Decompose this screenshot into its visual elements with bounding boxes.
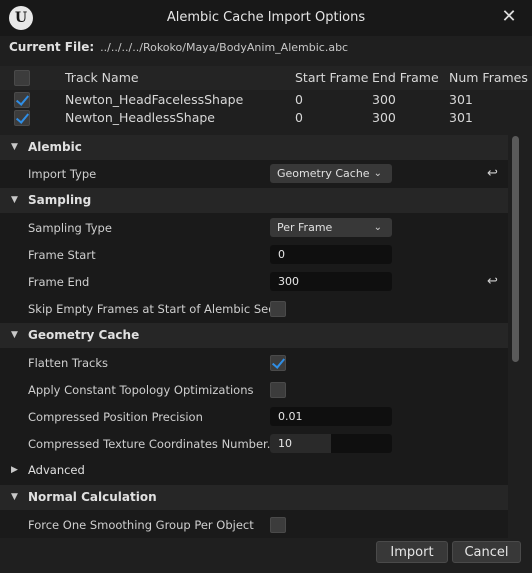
row-flatten-tracks: Flatten Tracks <box>0 350 508 376</box>
options-panel: ▼ Alembic Import Type Geometry Cache ⌄ ↩ … <box>0 135 508 538</box>
triangle-down-icon: ▼ <box>11 492 18 502</box>
triangle-down-icon: ▼ <box>11 142 18 152</box>
track-row[interactable]: Newton_HeadlessShape 0 300 301 <box>0 109 532 127</box>
topology-checkbox[interactable] <box>270 382 286 398</box>
track-row[interactable]: Newton_HeadFacelessShape 0 300 301 <box>0 91 532 109</box>
position-precision-input[interactable]: 0.01 <box>270 407 392 426</box>
row-frame-start: Frame Start 0 <box>0 242 508 268</box>
smoothing-group-checkbox[interactable] <box>270 517 286 533</box>
col-end-frame: End Frame <box>372 70 439 85</box>
triangle-down-icon: ▼ <box>11 330 18 340</box>
track-start: 0 <box>295 92 303 107</box>
track-end: 300 <box>372 110 396 125</box>
reset-arrow-icon[interactable]: ↩ <box>487 161 498 187</box>
import-type-dropdown[interactable]: Geometry Cache ⌄ <box>270 164 392 183</box>
track-name: Newton_HeadFacelessShape <box>65 92 244 107</box>
col-num-frames: Num Frames <box>449 70 528 85</box>
import-button[interactable]: Import <box>376 541 448 563</box>
track-num: 301 <box>449 110 473 125</box>
row-smoothing-group: Force One Smoothing Group Per Object <box>0 512 508 538</box>
chevron-down-icon: ⌄ <box>373 222 382 233</box>
track-name: Newton_HeadlessShape <box>65 110 215 125</box>
section-advanced[interactable]: ▶ Advanced <box>0 458 508 483</box>
section-normal-calculation[interactable]: ▼ Normal Calculation <box>0 485 508 510</box>
title-bar: U Alembic Cache Import Options ✕ <box>0 0 532 36</box>
track-end: 300 <box>372 92 396 107</box>
row-frame-end: Frame End 300 ↩ <box>0 269 508 295</box>
current-file: Current File: ../../../../Rokoko/Maya/Bod… <box>9 40 348 54</box>
track-table-header: Track Name Start Frame End Frame Num Fra… <box>0 66 532 90</box>
cancel-button[interactable]: Cancel <box>452 541 521 563</box>
options-scrollbar[interactable] <box>512 136 519 362</box>
current-file-label: Current File: <box>9 40 95 54</box>
skip-empty-checkbox[interactable] <box>270 301 286 317</box>
frame-start-input[interactable]: 0 <box>270 245 392 264</box>
current-file-path: ../../../../Rokoko/Maya/BodyAnim_Alembic… <box>100 41 349 54</box>
section-geometry-cache[interactable]: ▼ Geometry Cache <box>0 323 508 348</box>
dialog-title: Alembic Cache Import Options <box>166 10 366 25</box>
import-dialog: U Alembic Cache Import Options ✕ Current… <box>0 0 532 573</box>
select-all-checkbox[interactable] <box>14 70 30 86</box>
chevron-down-icon: ⌄ <box>373 168 382 179</box>
track-num: 301 <box>449 92 473 107</box>
section-sampling[interactable]: ▼ Sampling <box>0 188 508 213</box>
track-start: 0 <box>295 110 303 125</box>
col-track-name: Track Name <box>65 70 139 85</box>
row-position-precision: Compressed Position Precision 0.01 <box>0 404 508 430</box>
row-topology: Apply Constant Topology Optimizations <box>0 377 508 403</box>
triangle-right-icon: ▶ <box>11 465 18 475</box>
section-alembic[interactable]: ▼ Alembic <box>0 135 508 160</box>
row-sampling-type: Sampling Type Per Frame ⌄ <box>0 215 508 241</box>
triangle-down-icon: ▼ <box>11 195 18 205</box>
frame-end-input[interactable]: 300 <box>270 272 392 291</box>
reset-arrow-icon[interactable]: ↩ <box>487 269 498 295</box>
row-import-type: Import Type Geometry Cache ⌄ ↩ <box>0 161 508 187</box>
texcoord-slider[interactable]: 10 <box>270 434 392 453</box>
flatten-tracks-checkbox[interactable] <box>270 355 286 371</box>
close-icon[interactable]: ✕ <box>498 6 520 28</box>
sampling-type-dropdown[interactable]: Per Frame ⌄ <box>270 218 392 237</box>
track-checkbox[interactable] <box>14 110 30 126</box>
track-checkbox[interactable] <box>14 92 30 108</box>
row-texcoord-bits: Compressed Texture Coordinates Number...… <box>0 431 508 457</box>
col-start-frame: Start Frame <box>295 70 369 85</box>
row-skip-empty: Skip Empty Frames at Start of Alembic Se… <box>28 301 287 317</box>
